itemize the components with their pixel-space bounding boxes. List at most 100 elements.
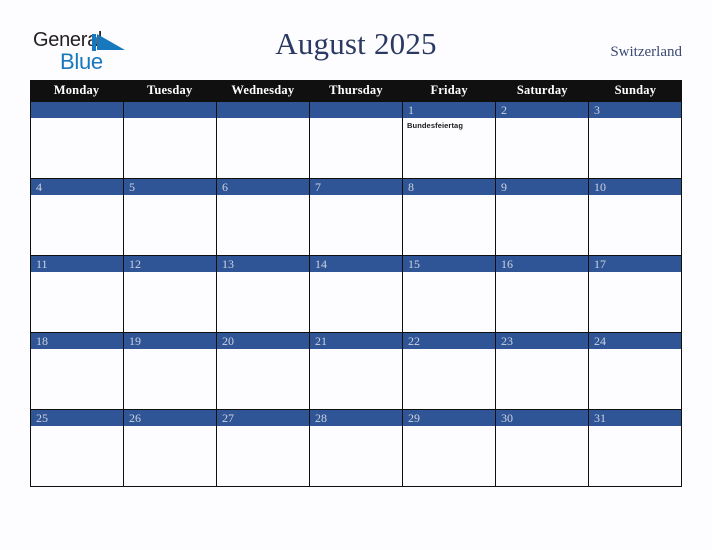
day-number-bar: 12: [124, 256, 216, 272]
day-number-bar: 6: [217, 179, 309, 195]
day-number-bar: 23: [496, 333, 588, 349]
day-number-bar: 24: [589, 333, 681, 349]
day-number-bar: 27: [217, 410, 309, 426]
day-number: 16: [501, 257, 513, 271]
weekday-header-saturday: Saturday: [516, 83, 568, 97]
calendar-day-cell[interactable]: 1 Bundesfeiertag: [403, 102, 496, 178]
calendar-day-cell-empty[interactable]: [310, 102, 403, 178]
day-number-bar: 22: [403, 333, 495, 349]
calendar-day-cell[interactable]: 4: [31, 179, 124, 255]
day-events: [403, 349, 495, 352]
calendar-day-cell[interactable]: 3: [589, 102, 682, 178]
day-number-bar: 17: [589, 256, 681, 272]
day-number: 31: [594, 411, 606, 425]
calendar-day-cell-empty[interactable]: [217, 102, 310, 178]
weekday-header-friday: Friday: [430, 83, 468, 97]
day-number-bar: 8: [403, 179, 495, 195]
calendar-day-cell[interactable]: 8: [403, 179, 496, 255]
day-number-bar: 19: [124, 333, 216, 349]
day-events: [496, 426, 588, 429]
calendar-week-row: 25 26 27 28 29 30 31: [30, 410, 682, 487]
weekday-header-wednesday: Wednesday: [231, 83, 295, 97]
day-number-bar: 21: [310, 333, 402, 349]
calendar-day-cell[interactable]: 14: [310, 256, 403, 332]
day-number: 25: [36, 411, 48, 425]
day-events: [217, 118, 309, 121]
calendar-page: General Blue August 2025 Switzerland Mon…: [0, 0, 712, 550]
calendar-day-cell[interactable]: 31: [589, 410, 682, 486]
calendar-day-cell[interactable]: 11: [31, 256, 124, 332]
day-events: [124, 118, 216, 121]
calendar-day-cell[interactable]: 28: [310, 410, 403, 486]
day-number-bar: 3: [589, 102, 681, 118]
calendar-day-cell[interactable]: 18: [31, 333, 124, 409]
calendar-day-cell[interactable]: 17: [589, 256, 682, 332]
calendar-day-cell[interactable]: 6: [217, 179, 310, 255]
calendar-day-cell[interactable]: 2: [496, 102, 589, 178]
calendar-day-cell[interactable]: 26: [124, 410, 217, 486]
day-events: [124, 349, 216, 352]
weekday-header-thursday: Thursday: [329, 83, 383, 97]
day-number-bar: 29: [403, 410, 495, 426]
day-number-bar: 26: [124, 410, 216, 426]
day-number: 5: [129, 180, 135, 194]
day-events: [403, 272, 495, 275]
day-events: [310, 195, 402, 198]
day-events: [496, 272, 588, 275]
day-number: 23: [501, 334, 513, 348]
day-events: [217, 426, 309, 429]
day-events: [589, 272, 681, 275]
calendar-day-cell[interactable]: 5: [124, 179, 217, 255]
calendar-day-cell[interactable]: 15: [403, 256, 496, 332]
calendar-day-cell[interactable]: 16: [496, 256, 589, 332]
weekday-header-sunday: Sunday: [614, 83, 657, 97]
calendar-day-cell-empty[interactable]: [31, 102, 124, 178]
day-events: [496, 349, 588, 352]
calendar-day-cell[interactable]: 20: [217, 333, 310, 409]
calendar-day-cell[interactable]: 29: [403, 410, 496, 486]
calendar-day-cell[interactable]: 22: [403, 333, 496, 409]
day-number-bar: [217, 102, 309, 118]
weekday-header-monday: Monday: [53, 83, 100, 97]
calendar-day-cell[interactable]: 21: [310, 333, 403, 409]
day-number-bar: 14: [310, 256, 402, 272]
calendar-day-cell[interactable]: 24: [589, 333, 682, 409]
calendar-week-row: 11 12 13 14 15 16 17: [30, 256, 682, 333]
day-events: [403, 195, 495, 198]
day-number: 14: [315, 257, 327, 271]
calendar-day-cell[interactable]: 12: [124, 256, 217, 332]
day-number: 9: [501, 180, 507, 194]
day-number: 8: [408, 180, 414, 194]
calendar-weeks: 1 Bundesfeiertag 2 3 4 5 6 7 8 9 10 11 12 13 14 15 16 17 1…: [30, 101, 682, 487]
day-number: 28: [315, 411, 327, 425]
day-events: [124, 195, 216, 198]
calendar-day-cell[interactable]: 25: [31, 410, 124, 486]
day-number: 24: [594, 334, 606, 348]
calendar-day-cell[interactable]: 13: [217, 256, 310, 332]
day-number-bar: 1: [403, 102, 495, 118]
day-number: 26: [129, 411, 141, 425]
day-number: 2: [501, 103, 507, 117]
calendar-day-cell[interactable]: 10: [589, 179, 682, 255]
calendar-week-row: 1 Bundesfeiertag 2 3: [30, 101, 682, 179]
calendar-day-cell[interactable]: 7: [310, 179, 403, 255]
calendar-day-cell[interactable]: 30: [496, 410, 589, 486]
day-number-bar: 2: [496, 102, 588, 118]
day-number: 13: [222, 257, 234, 271]
day-number-bar: [310, 102, 402, 118]
calendar-day-cell[interactable]: 19: [124, 333, 217, 409]
calendar-grid: Monday Tuesday Wednesday Thursday Friday…: [30, 80, 682, 487]
day-events: [31, 118, 123, 121]
calendar-day-cell[interactable]: 27: [217, 410, 310, 486]
day-number: 29: [408, 411, 420, 425]
day-events: [496, 195, 588, 198]
calendar-day-cell[interactable]: 23: [496, 333, 589, 409]
day-number-bar: 9: [496, 179, 588, 195]
calendar-day-cell[interactable]: 9: [496, 179, 589, 255]
region-label: Switzerland: [610, 44, 682, 60]
day-events: [589, 118, 681, 121]
day-number-bar: 10: [589, 179, 681, 195]
day-number: 15: [408, 257, 420, 271]
day-events: [589, 195, 681, 198]
calendar-day-cell-empty[interactable]: [124, 102, 217, 178]
